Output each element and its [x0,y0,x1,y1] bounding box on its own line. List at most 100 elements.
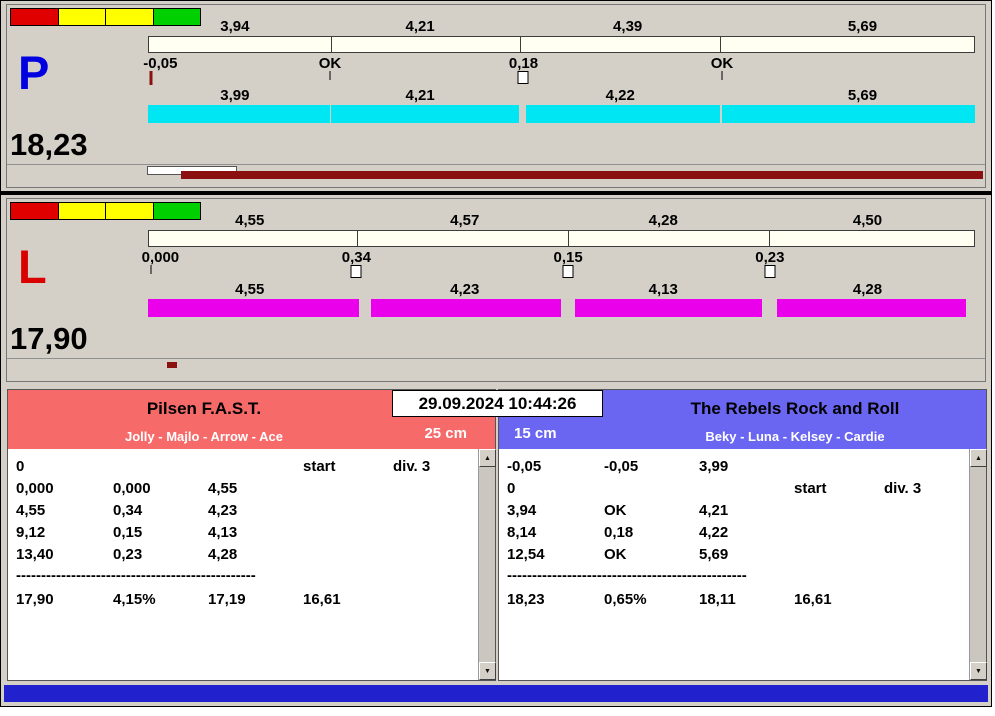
table-cell: 0,000 [16,480,54,497]
table-row: -0,05 -0,05 3,99 [507,456,966,478]
upper-split-time: 4,28 [648,212,678,229]
app-window: P 18,23 3,94 4,21 4,39 5,69 -0,05 OK 0,1… [0,0,992,707]
changeover-mark: -0,05 [143,55,178,72]
table-cell: 0,23 [113,546,143,563]
measure-bar [148,36,975,53]
upper-split-time: 4,39 [613,18,643,35]
split-bar-segment [776,299,966,317]
table-cell [303,522,393,544]
measure-bar-tick [719,37,721,52]
changeover-marks-row: -0,05 OK 0,18 OK [143,55,975,72]
mark-indicators-row [148,265,975,281]
scrollbar[interactable]: ▲ ▼ [478,449,496,680]
traffic-light-red-icon [11,203,59,219]
table-row: 9,12 0,15 4,13 [16,522,475,544]
table-cell [604,478,699,500]
upper-split-time: 3,94 [220,18,250,35]
lane-letter: L [18,240,47,293]
upper-split-time: 5,69 [847,18,878,35]
lane-panel-l: L 17,90 4,55 4,57 4,28 4,50 0,000 0,34 0… [6,198,986,382]
table-cell: 16,61 [794,591,832,608]
changeover-mark: OK [710,55,734,72]
measure-bar [148,230,975,247]
table-cell: 16,61 [303,591,341,608]
lower-split-time: 4,28 [852,281,883,298]
lane-total-time: 17,90 [10,321,88,356]
table-cell [303,544,393,566]
changeover-mark: 0,15 [553,249,583,266]
table-row: 0 start div. 3 [16,456,475,478]
changeover-mark: 0,000 [141,249,180,266]
table-cell: 8,14 [507,524,537,541]
up-arrow-icon: ▲ [975,454,982,462]
lane-track: 3,94 4,21 4,39 5,69 -0,05 OK 0,18 OK 3,9… [143,5,975,165]
lane-track: 4,55 4,57 4,28 4,50 0,000 0,34 0,15 0,23 [142,199,975,359]
table-cell: 4,22 [699,524,729,541]
table-cell: 0,000 [113,480,151,497]
team-dogs: Jolly - Majlo - Arrow - Ace [125,429,283,444]
lane-letter: P [18,46,50,99]
table-cell: 0,65% [604,591,647,608]
table-cell [794,500,884,522]
lower-split-times-row: 4,55 4,23 4,13 4,28 [148,281,975,297]
table-cell: 18,11 [699,591,736,608]
table-cell [393,589,475,611]
traffic-light-red-icon [11,9,59,25]
table-cell [303,500,393,522]
progress-strip [7,164,985,187]
team-panel-left: Pilsen F.A.S.T. Jolly - Majlo - Arrow - … [7,389,496,681]
changeover-mark: 0,34 [341,249,371,266]
table-cell [393,478,475,500]
scroll-up-button[interactable]: ▲ [479,449,496,467]
split-bar-segment [331,105,519,123]
table-cell: start [794,480,827,497]
table-cell: 18,23 [507,591,545,608]
table-cell [884,544,966,566]
table-cell: 4,55 [16,502,46,519]
progress-strip [7,358,985,381]
table-cell [884,500,966,522]
scroll-up-button[interactable]: ▲ [970,449,987,467]
table-cell: 4,55 [208,480,238,497]
table-cell: 13,40 [16,546,54,563]
measure-bar-tick [568,231,570,246]
table-cell: 4,23 [208,502,238,519]
progress-mark [167,362,177,368]
lane-panel-p: P 18,23 3,94 4,21 4,39 5,69 -0,05 OK 0,1… [6,4,986,188]
upper-split-times-row: 4,55 4,57 4,28 4,50 [148,212,975,228]
datetime-display: 29.09.2024 10:44:26 [392,390,603,417]
split-bar [148,299,975,317]
upper-split-times-row: 3,94 4,21 4,39 5,69 [148,18,975,34]
table-cell: 0,18 [604,524,634,541]
scroll-down-button[interactable]: ▼ [970,662,987,680]
tick-marker [721,71,723,80]
changeover-mark: OK [318,55,342,72]
upper-split-time: 4,50 [852,212,883,229]
lower-split-time: 4,21 [405,87,435,104]
table-cell: -0,05 [604,458,639,475]
tick-marker [329,71,331,80]
scrollbar[interactable]: ▲ ▼ [969,449,987,680]
table-cell [113,456,208,478]
table-cell: 0 [507,480,516,497]
up-arrow-icon: ▲ [484,454,491,462]
table-row: 3,94 OK 4,21 [507,500,966,522]
table-cell [794,456,884,478]
traffic-light-yellow1-icon [58,203,106,219]
split-bar-segment [371,299,562,317]
traffic-light-yellow2-icon [106,9,154,25]
table-cell [884,522,966,544]
table-cell: -0,05 [507,458,542,475]
table-cell [303,478,393,500]
split-bar-segment [148,105,330,123]
measure-bar-tick [356,231,358,246]
lower-split-times-row: 3,99 4,21 4,22 5,69 [148,87,975,103]
table-cell: 4,21 [699,502,729,519]
table-cell: 17,19 [208,591,246,608]
indicator-box [350,265,362,278]
scroll-down-button[interactable]: ▼ [479,662,496,680]
teams-section: 29.09.2024 10:44:26 Pilsen F.A.S.T. Joll… [1,389,991,681]
lower-split-time: 5,69 [847,87,878,104]
mark-indicators-row [148,71,975,87]
table-totals-row: 17,90 4,15% 17,19 16,61 [16,589,475,611]
